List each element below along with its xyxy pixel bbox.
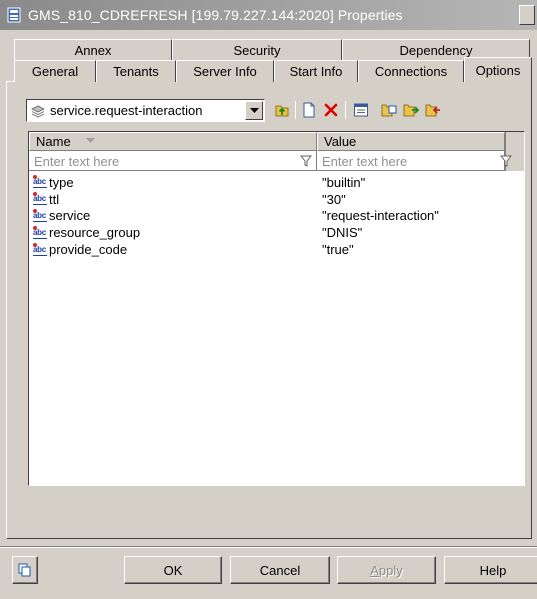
help-label: Help xyxy=(479,562,507,578)
tab-start-info[interactable]: Start Info xyxy=(274,60,358,82)
ok-label: OK xyxy=(163,562,183,578)
apply-button[interactable]: Apply xyxy=(337,556,436,584)
tab-label: General xyxy=(31,64,79,79)
option-value: "request-interaction" xyxy=(322,208,439,224)
apply-label: Apply xyxy=(370,563,403,578)
option-name: ttl xyxy=(49,191,60,207)
table-row[interactable]: abc ttl "30" xyxy=(29,191,505,208)
tab-label: Annex xyxy=(74,43,112,58)
option-name: service xyxy=(49,208,91,224)
properties-icon[interactable] xyxy=(352,101,370,119)
apply-mnemonic: A xyxy=(370,562,379,578)
grid-rows: abc type "builtin" abc ttl "30" abc service… xyxy=(29,174,505,258)
filter-row xyxy=(29,151,512,171)
section-selector-value: service.request-interaction xyxy=(50,103,203,118)
tab-options[interactable]: Options xyxy=(464,57,532,82)
tab-label: Start Info xyxy=(289,64,343,79)
tab-label: Security xyxy=(233,43,281,58)
section-selector[interactable]: service.request-interaction xyxy=(26,99,265,122)
toolbar-divider xyxy=(295,101,296,119)
name-filter-cell xyxy=(29,151,317,171)
filter-icon[interactable] xyxy=(298,153,314,169)
tab-annex[interactable]: Annex xyxy=(14,39,172,61)
table-row[interactable]: abc provide_code "true" xyxy=(29,241,505,258)
close-button[interactable] xyxy=(519,5,535,25)
string-option-icon: abc xyxy=(33,225,48,239)
chevron-down-icon[interactable] xyxy=(245,101,263,120)
apply-label-rest: pply xyxy=(378,562,403,578)
column-header-value[interactable]: Value xyxy=(317,132,505,151)
column-header-label: Name xyxy=(36,134,71,149)
string-option-icon: abc xyxy=(33,208,48,222)
ok-button[interactable]: OK xyxy=(124,556,222,584)
window-title: GMS_810_CDREFRESH [199.79.227.144:2020] … xyxy=(28,7,403,23)
cancel-label: Cancel xyxy=(259,562,301,578)
options-grid[interactable]: Name Value abctype "builtin" xyxy=(28,131,525,486)
filter-icon[interactable] xyxy=(500,153,512,169)
option-name: resource_group xyxy=(49,225,141,241)
option-name: provide_code xyxy=(49,242,128,258)
footer-divider xyxy=(0,546,537,548)
cancel-button[interactable]: Cancel xyxy=(230,556,330,584)
column-header-label: Value xyxy=(324,134,357,149)
option-value: "builtin" xyxy=(322,174,366,190)
option-value: "DNIS" xyxy=(322,225,363,241)
copy-icon[interactable] xyxy=(380,101,398,119)
copy-pages-icon xyxy=(18,563,31,577)
help-button[interactable]: Help xyxy=(444,556,537,584)
tab-server-info[interactable]: Server Info xyxy=(176,60,274,82)
grid-header: Name Value xyxy=(29,132,505,151)
column-header-name[interactable]: Name xyxy=(29,132,317,151)
tab-label: Dependency xyxy=(399,43,473,58)
export-icon[interactable] xyxy=(424,101,442,119)
sort-arrow-icon xyxy=(86,131,95,148)
app-icon xyxy=(5,6,23,24)
value-filter-cell xyxy=(317,151,512,171)
import-icon[interactable] xyxy=(402,101,420,119)
table-row[interactable]: abc resource_group "DNIS" xyxy=(29,224,505,241)
option-name: type xyxy=(49,174,74,190)
string-option-icon: abc xyxy=(33,175,48,189)
toolbar-divider xyxy=(345,101,346,119)
tab-label: Connections xyxy=(374,64,448,79)
tab-connections[interactable]: Connections xyxy=(358,60,464,82)
table-row[interactable]: abc type "builtin" xyxy=(29,174,505,191)
value-filter-input[interactable] xyxy=(317,152,500,170)
option-value: "true" xyxy=(322,242,354,258)
name-filter-input[interactable] xyxy=(29,152,298,170)
string-option-icon: abc xyxy=(33,242,48,256)
copy-to-clipboard-button[interactable] xyxy=(12,556,38,584)
option-value: "30" xyxy=(322,191,346,207)
tab-label: Tenants xyxy=(113,64,159,79)
delete-icon[interactable] xyxy=(322,101,340,119)
tab-label: Options xyxy=(475,62,521,78)
new-icon[interactable] xyxy=(300,101,318,119)
section-icon xyxy=(31,103,47,119)
tab-security[interactable]: Security xyxy=(172,39,342,61)
tab-general[interactable]: General xyxy=(14,60,96,82)
up-folder-icon[interactable] xyxy=(273,101,291,119)
string-option-icon: abc xyxy=(33,192,48,206)
table-row[interactable]: abc service "request-interaction" xyxy=(29,208,505,225)
tab-label: Server Info xyxy=(193,64,257,79)
title-bar[interactable]: GMS_810_CDREFRESH [199.79.227.144:2020] … xyxy=(0,0,537,30)
tab-tenants[interactable]: Tenants xyxy=(96,60,176,82)
